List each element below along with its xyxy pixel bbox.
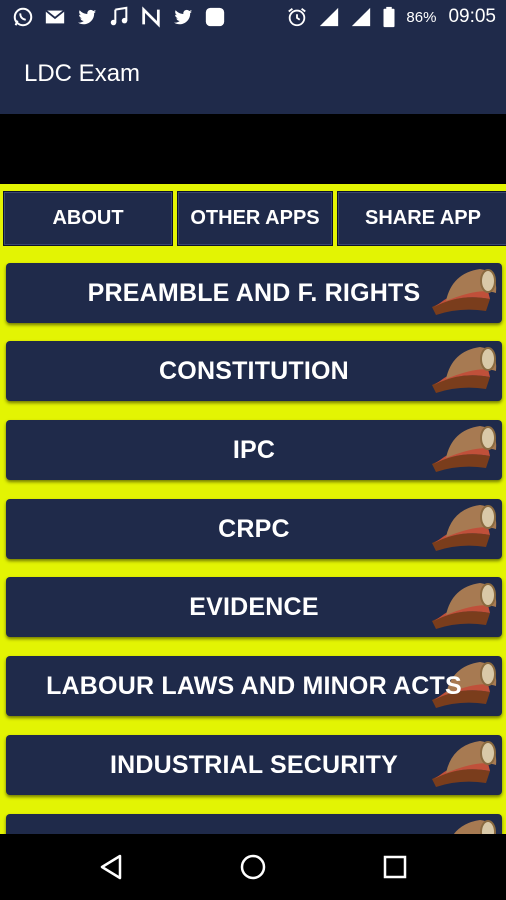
twitter-icon bbox=[76, 6, 98, 28]
mail-icon bbox=[44, 6, 66, 28]
system-icons: 86% 09:05 bbox=[286, 6, 496, 28]
ad-banner-area bbox=[0, 114, 506, 184]
main-content[interactable]: ABOUT OTHER APPS SHARE APP PREAMBLE AND … bbox=[0, 184, 506, 834]
app-title: LDC Exam bbox=[24, 60, 141, 87]
menu-item-partial[interactable] bbox=[6, 814, 502, 834]
clock: 09:05 bbox=[448, 6, 496, 27]
recents-button[interactable] bbox=[375, 847, 415, 887]
home-icon bbox=[240, 854, 266, 880]
other-apps-button[interactable]: OTHER APPS bbox=[177, 191, 333, 246]
alarm-icon bbox=[286, 6, 308, 28]
music-icon bbox=[108, 6, 130, 28]
menu-item-industrial-security[interactable]: INDUSTRIAL SECURITY bbox=[6, 735, 502, 795]
signal-icon bbox=[350, 6, 372, 28]
police-cap-icon bbox=[432, 505, 497, 551]
menu-item-label: PREAMBLE AND F. RIGHTS bbox=[87, 278, 421, 307]
police-cap-icon bbox=[432, 347, 497, 393]
top-button-row: ABOUT OTHER APPS SHARE APP bbox=[3, 191, 506, 246]
menu-item-label: EVIDENCE bbox=[189, 592, 319, 621]
back-icon bbox=[100, 854, 122, 880]
notification-icons bbox=[12, 6, 226, 28]
menu-item-constitution[interactable]: CONSTITUTION bbox=[6, 341, 502, 401]
police-cap-icon bbox=[453, 820, 496, 834]
about-button[interactable]: ABOUT bbox=[3, 191, 173, 246]
share-app-button[interactable]: SHARE APP bbox=[337, 191, 506, 246]
menu-item-crpc[interactable]: CRPC bbox=[6, 499, 502, 559]
police-cap-icon bbox=[432, 426, 497, 472]
menu-item-label: IPC bbox=[232, 435, 276, 464]
menu-item-preamble[interactable]: PREAMBLE AND F. RIGHTS bbox=[6, 263, 502, 323]
recents-icon bbox=[383, 855, 407, 879]
signal-icon bbox=[318, 6, 340, 28]
police-cap-icon bbox=[432, 583, 497, 629]
menu-item-label: LABOUR LAWS AND MINOR ACTS bbox=[46, 671, 462, 700]
back-button[interactable] bbox=[91, 847, 131, 887]
police-cap-icon bbox=[432, 741, 497, 787]
status-bar: 86% 09:05 bbox=[0, 0, 506, 34]
battery-icon bbox=[382, 6, 396, 28]
twitter-icon bbox=[172, 6, 194, 28]
battery-percent: 86% bbox=[406, 8, 437, 26]
menu-item-ipc[interactable]: IPC bbox=[6, 420, 502, 480]
police-cap-icon bbox=[432, 269, 497, 315]
menu-item-labour-laws[interactable]: LABOUR LAWS AND MINOR ACTS bbox=[6, 656, 502, 716]
app-bar: LDC Exam bbox=[0, 34, 506, 114]
menu-item-label: CRPC bbox=[218, 514, 290, 543]
navigation-bar bbox=[0, 834, 506, 900]
app-icon bbox=[204, 6, 226, 28]
news-icon bbox=[140, 6, 162, 28]
menu-item-evidence[interactable]: EVIDENCE bbox=[6, 577, 502, 637]
menu-item-label: INDUSTRIAL SECURITY bbox=[109, 750, 399, 779]
whatsapp-icon bbox=[12, 6, 34, 28]
menu-item-label: CONSTITUTION bbox=[159, 356, 349, 385]
home-button[interactable] bbox=[233, 847, 273, 887]
